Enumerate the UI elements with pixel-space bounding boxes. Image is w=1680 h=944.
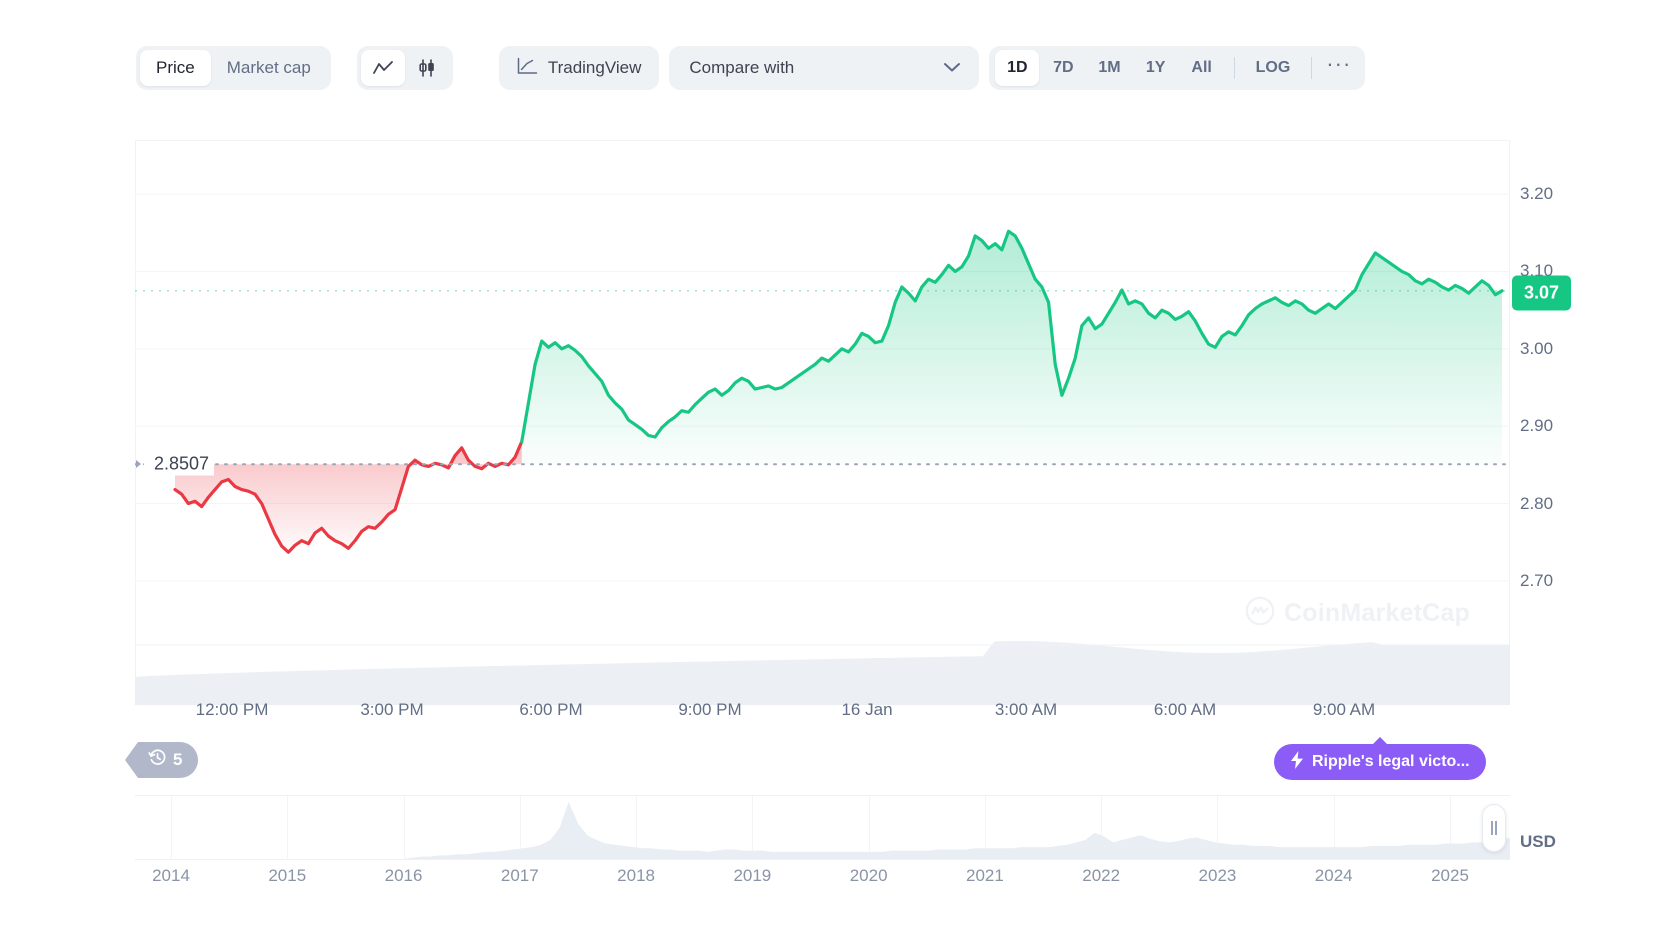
navigator-year-2021: 2021	[965, 866, 1004, 885]
log-scale-toggle[interactable]: LOG	[1245, 50, 1302, 86]
x-tick-7: 9:00 AM	[1312, 700, 1376, 719]
chart-toolbar: Price Market cap TradingView Compare wit…	[136, 46, 1366, 90]
tradingview-label: TradingView	[547, 58, 642, 77]
x-tick-6: 6:00 AM	[1153, 700, 1217, 719]
navigator-drag-handle[interactable]	[1482, 804, 1506, 852]
reference-price-label: 2.8507	[144, 452, 215, 476]
navigator-year-2023: 2023	[1198, 866, 1237, 885]
range-1y[interactable]: 1Y	[1134, 50, 1178, 86]
price-chart-canvas[interactable]	[135, 140, 1510, 705]
event-history-badge[interactable]: 5	[124, 742, 199, 778]
navigator-year-2020: 2020	[849, 866, 888, 885]
x-tick-2: 6:00 PM	[519, 700, 583, 719]
currency-label: USD	[1520, 832, 1556, 851]
price-chart-page: Price Market cap TradingView Compare wit…	[0, 0, 1680, 944]
y-tick-0: 3.20	[1520, 184, 1554, 204]
x-axis: 12:00 PM 3:00 PM 6:00 PM 9:00 PM 16 Jan 3:00 …	[135, 700, 1510, 736]
navigator-year-2024: 2024	[1314, 866, 1353, 885]
navigator-year-2017: 2017	[500, 866, 539, 885]
x-tick-1: 3:00 PM	[360, 700, 424, 719]
navigator-year-axis: 2014 2015 2016 2017 2018 2019 2020 2021 2022 2023…	[135, 866, 1510, 896]
y-tick-3: 2.90	[1520, 416, 1554, 436]
toolbar-divider-1	[1233, 57, 1235, 79]
history-clock-icon	[148, 748, 167, 772]
x-tick-0: 12:00 PM	[195, 700, 269, 719]
navigator-year-2022: 2022	[1082, 866, 1121, 885]
navigator-mini-chart	[135, 801, 1510, 859]
more-options-button[interactable]: ···	[1322, 53, 1359, 77]
event-highlight-badge[interactable]: Ripple's legal victo...	[1274, 737, 1486, 780]
tradingview-icon	[517, 57, 538, 80]
price-chart[interactable]	[135, 140, 1510, 705]
navigator-year-2019: 2019	[733, 866, 772, 885]
event-highlight-label: Ripple's legal victo...	[1312, 753, 1470, 770]
navigator-year-2015: 2015	[268, 866, 307, 885]
tab-market-cap[interactable]: Market cap	[211, 50, 327, 86]
x-tick-5: 3:00 AM	[994, 700, 1058, 719]
lightning-bolt-icon	[1290, 750, 1304, 774]
candlestick-chart-icon[interactable]	[405, 50, 449, 86]
range-1m[interactable]: 1M	[1087, 50, 1131, 86]
x-tick-3: 9:00 PM	[678, 700, 742, 719]
chart-navigator[interactable]	[135, 795, 1510, 860]
time-range-group: 1D 7D 1M 1Y All LOG ···	[989, 46, 1366, 90]
chart-type-group	[356, 46, 453, 90]
y-axis: 3.20 3.10 3.00 2.90 2.80 2.70 USD	[1520, 140, 1680, 851]
y-tick-5: 2.70	[1520, 570, 1554, 590]
toolbar-divider-2	[1311, 57, 1313, 79]
compare-with-select[interactable]: Compare with	[669, 46, 980, 90]
metric-toggle-group: Price Market cap	[136, 46, 331, 90]
y-tick-2: 3.00	[1520, 338, 1554, 358]
tab-price[interactable]: Price	[140, 50, 211, 86]
x-tick-4: 16 Jan	[841, 700, 893, 719]
navigator-year-2016: 2016	[384, 866, 423, 885]
compare-with-label: Compare with	[689, 58, 795, 77]
reference-price-caret	[136, 460, 141, 469]
event-history-count: 5	[173, 750, 183, 769]
current-price-badge: 3.07	[1512, 275, 1572, 311]
tradingview-button[interactable]: TradingView	[498, 46, 660, 90]
range-7d[interactable]: 7D	[1041, 50, 1085, 86]
chevron-down-icon	[943, 58, 961, 78]
line-chart-icon[interactable]	[360, 50, 405, 86]
navigator-year-2025: 2025	[1431, 866, 1469, 885]
range-all[interactable]: All	[1180, 50, 1224, 86]
y-tick-4: 2.80	[1520, 493, 1554, 513]
navigator-year-2018: 2018	[617, 866, 655, 885]
navigator-year-2014: 2014	[152, 866, 190, 885]
range-1d[interactable]: 1D	[995, 50, 1040, 86]
